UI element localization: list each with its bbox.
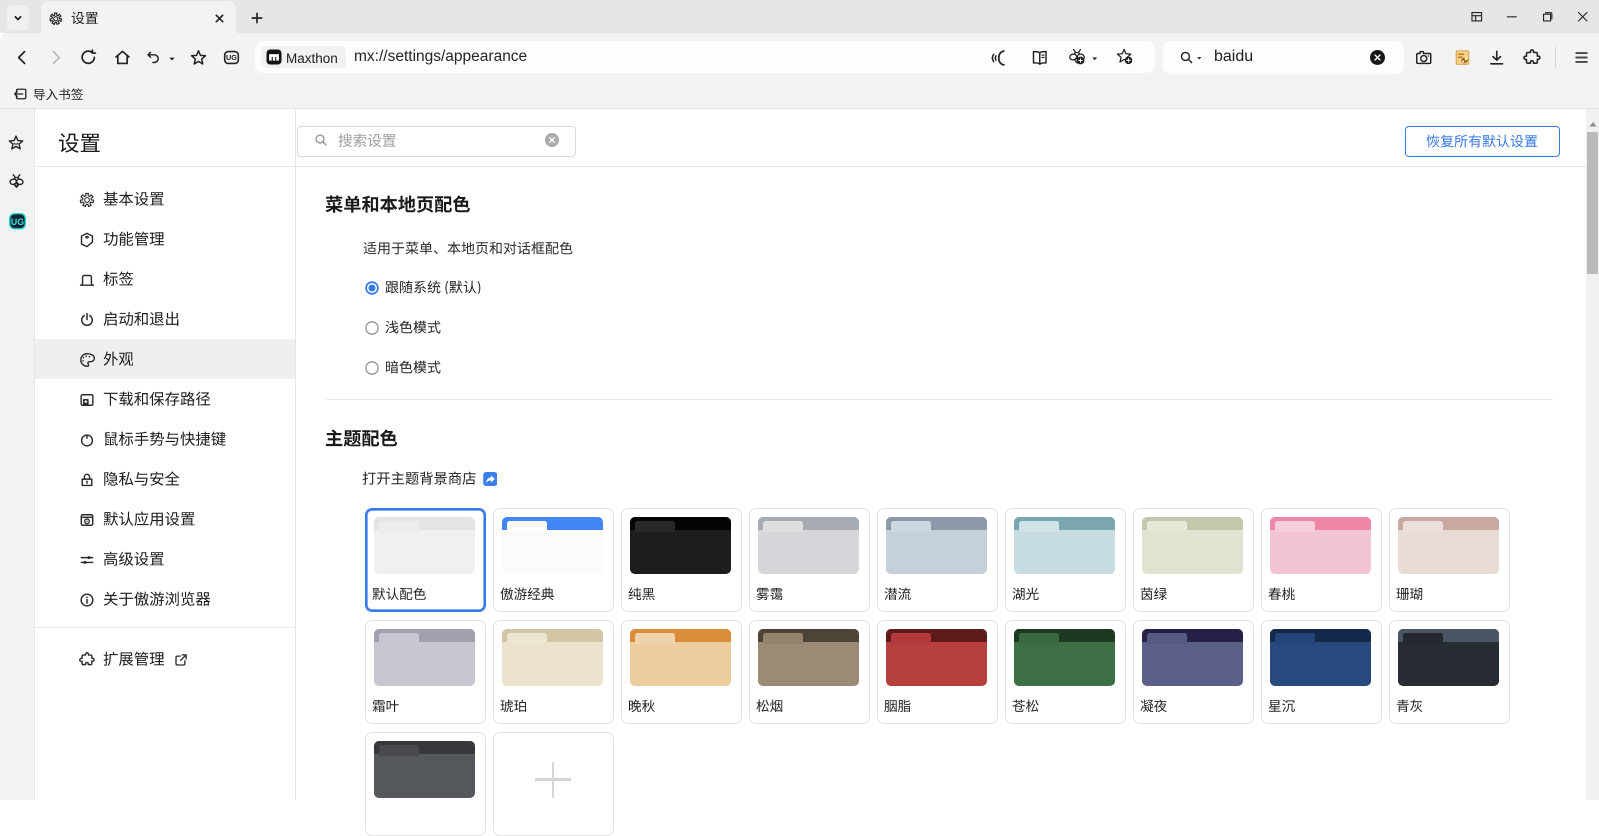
svg-text:UG: UG [226, 53, 237, 62]
svg-text:UG: UG [11, 217, 24, 227]
